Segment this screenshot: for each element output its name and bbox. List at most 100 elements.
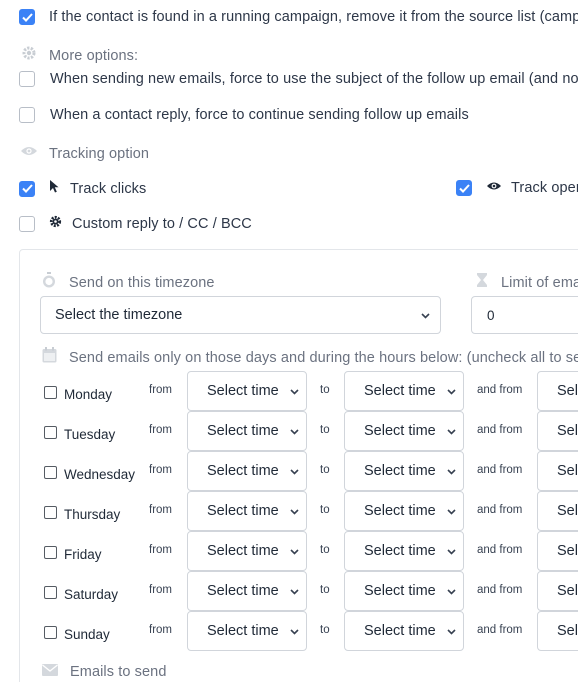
second-start-time-value: Sel <box>557 383 578 399</box>
chevron-down-icon <box>289 385 300 401</box>
day-row: Monday <box>44 385 112 402</box>
chevron-down-icon <box>289 425 300 441</box>
start-time-select[interactable]: Select time <box>187 451 307 491</box>
day-checkbox[interactable] <box>44 386 57 399</box>
end-time-select[interactable]: Select time <box>344 491 464 531</box>
force-subject-label: When sending new emails, force to use th… <box>50 71 578 87</box>
day-row: Sunday <box>44 625 110 642</box>
start-time-select[interactable]: Select time <box>187 571 307 611</box>
second-start-time-value: Sel <box>557 423 578 439</box>
and-from-label: and from <box>477 424 523 436</box>
end-time-select[interactable]: Select time <box>344 611 464 651</box>
end-time-select[interactable]: Select time <box>344 371 464 411</box>
cog-icon <box>49 215 62 233</box>
track-clicks-checkbox[interactable] <box>19 180 35 197</box>
limit-input-value: 0 <box>487 307 495 323</box>
and-from-label-wrap: and from <box>477 384 522 396</box>
start-time-value: Select time <box>207 503 279 519</box>
day-row: Tuesday <box>44 425 115 442</box>
custom-reply-checkbox[interactable] <box>19 216 35 232</box>
to-label-wrap: to <box>320 424 330 436</box>
end-time-select[interactable]: Select time <box>344 571 464 611</box>
start-time-select[interactable]: Select time <box>187 491 307 531</box>
to-label-wrap: to <box>320 544 330 556</box>
track-opens-checkbox[interactable] <box>456 180 472 196</box>
tracking-label: Tracking option <box>49 145 150 162</box>
day-checkbox[interactable] <box>44 426 57 439</box>
timezone-select-value: Select the timezone <box>55 307 183 323</box>
campaign-remove-row: If the contact is found in a running cam… <box>19 9 578 25</box>
campaign-remove-checkbox[interactable] <box>19 9 35 25</box>
tracking-heading: Tracking option <box>20 144 149 163</box>
limit-input[interactable]: 0 <box>471 296 578 334</box>
end-time-select[interactable]: Select time <box>344 451 464 491</box>
day-label: Wednesday <box>64 467 136 482</box>
more-options-heading: More options: <box>21 45 138 66</box>
end-time-select[interactable]: Select time <box>344 411 464 451</box>
day-checkbox[interactable] <box>44 626 57 639</box>
and-from-label-wrap: and from <box>477 544 522 556</box>
from-label: from <box>149 504 172 516</box>
and-from-label-wrap: and from <box>477 504 522 516</box>
chevron-down-icon <box>289 505 300 521</box>
start-time-value: Select time <box>207 423 279 439</box>
second-start-time-select[interactable]: Sel <box>537 411 578 451</box>
second-start-time-value: Sel <box>557 583 578 599</box>
force-continue-checkbox[interactable] <box>19 107 35 123</box>
from-label-wrap: from <box>149 624 172 636</box>
day-row: Wednesday <box>44 465 136 482</box>
start-time-select[interactable]: Select time <box>187 611 307 651</box>
force-subject-checkbox[interactable] <box>19 71 35 87</box>
from-label: from <box>149 464 172 476</box>
emails-to-send-label: Emails to send <box>70 664 167 680</box>
second-start-time-select[interactable]: Sel <box>537 611 578 651</box>
from-label-wrap: from <box>149 584 172 596</box>
chevron-down-icon <box>289 465 300 481</box>
to-label-wrap: to <box>320 584 330 596</box>
second-start-time-value: Sel <box>557 463 578 479</box>
timezone-heading: Send on this timezone <box>42 272 215 293</box>
second-start-time-value: Sel <box>557 543 578 559</box>
second-start-time-select[interactable]: Sel <box>537 491 578 531</box>
from-label-wrap: from <box>149 504 172 516</box>
from-label: from <box>149 584 172 596</box>
day-checkbox[interactable] <box>44 586 57 599</box>
end-time-value: Select time <box>364 463 436 479</box>
eye-icon <box>486 179 502 197</box>
day-label: Saturday <box>64 587 119 602</box>
second-start-time-select[interactable]: Sel <box>537 371 578 411</box>
chevron-down-icon <box>446 585 457 601</box>
second-start-time-select[interactable]: Sel <box>537 531 578 571</box>
day-checkbox[interactable] <box>44 506 57 519</box>
limit-label: Limit of ema <box>501 274 578 291</box>
day-label: Friday <box>64 547 102 562</box>
from-label: from <box>149 424 172 436</box>
stopwatch-icon <box>42 272 56 293</box>
day-checkbox[interactable] <box>44 466 57 479</box>
days-hint-row: Send emails only on those days and durin… <box>42 347 578 368</box>
start-time-value: Select time <box>207 463 279 479</box>
end-time-value: Select time <box>364 583 436 599</box>
second-start-time-value: Sel <box>557 503 578 519</box>
second-start-time-select[interactable]: Sel <box>537 451 578 491</box>
end-time-select[interactable]: Select time <box>344 531 464 571</box>
days-hint-label: Send emails only on those days and durin… <box>69 349 578 366</box>
force-subject-row: When sending new emails, force to use th… <box>19 71 578 87</box>
to-label: to <box>320 504 330 516</box>
and-from-label-wrap: and from <box>477 624 522 636</box>
timezone-select[interactable]: Select the timezone <box>40 296 441 334</box>
to-label: to <box>320 624 330 636</box>
start-time-select[interactable]: Select time <box>187 371 307 411</box>
timezone-label: Send on this timezone <box>69 274 215 291</box>
chevron-down-icon <box>446 465 457 481</box>
to-label: to <box>320 424 330 436</box>
start-time-select[interactable]: Select time <box>187 411 307 451</box>
from-label-wrap: from <box>149 544 172 556</box>
force-continue-label: When a contact reply, force to continue … <box>50 107 469 123</box>
chevron-down-icon <box>289 545 300 561</box>
day-checkbox[interactable] <box>44 546 57 559</box>
from-label: from <box>149 384 172 396</box>
force-continue-row: When a contact reply, force to continue … <box>19 107 469 123</box>
second-start-time-select[interactable]: Sel <box>537 571 578 611</box>
start-time-select[interactable]: Select time <box>187 531 307 571</box>
